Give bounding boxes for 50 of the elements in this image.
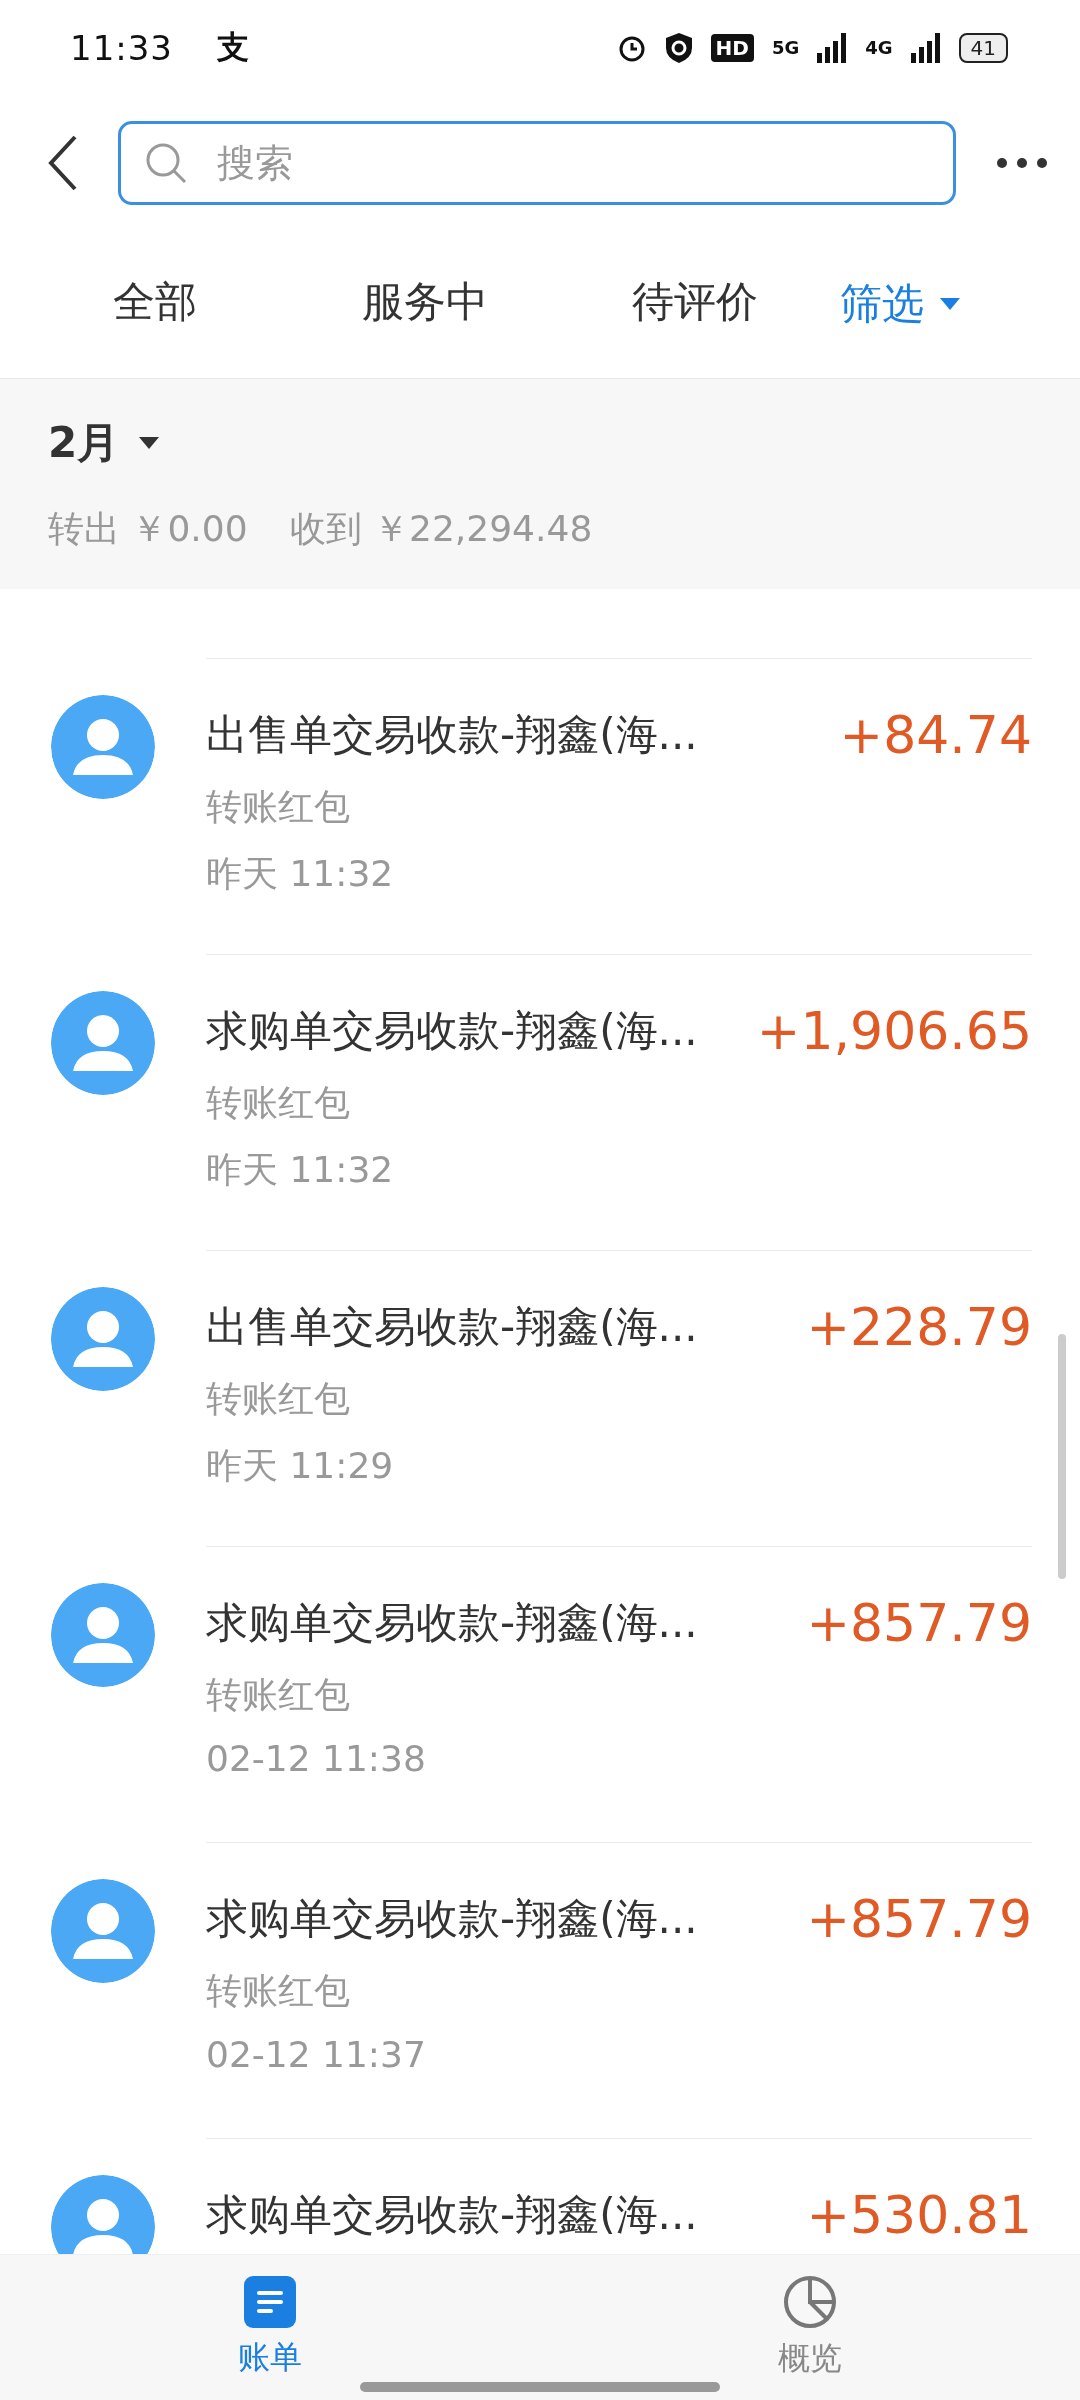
status-time: 11:33 [70,27,173,68]
back-icon[interactable] [48,134,78,191]
transaction-title: 出售单交易收款-翔鑫(海... [206,709,698,761]
hd-indicator: HD [710,33,754,62]
transaction-amount: +84.74 [839,705,1032,765]
transaction-title: 求购单交易收款-翔鑫(海... [206,2189,698,2241]
list-icon [244,2275,296,2328]
tab[interactable]: 服务中 [290,264,560,344]
transaction-time: 02-12 11:38 [206,1738,427,1779]
avatar-icon [51,695,155,799]
summary-text: 转出 ￥0.00 [48,506,248,551]
transaction-type: 转账红包 [206,1673,351,1717]
transaction-type: 转账红包 [206,1377,351,1421]
transaction-type: 转账红包 [206,785,351,829]
transaction-title: 出售单交易收款-翔鑫(海... [206,1301,698,1353]
more-icon[interactable] [996,156,1048,169]
filter-button[interactable]: 筛选 [840,266,960,342]
transaction-time: 昨天 11:32 [206,852,395,896]
transaction-time: 昨天 11:32 [206,1148,395,1192]
shield-icon [664,31,693,64]
transaction-time: 昨天 11:29 [206,1444,395,1488]
tab[interactable]: 待评价 [560,264,830,344]
caret-icon [940,298,960,310]
network-label: 4G [865,37,893,58]
transaction-amount: +857.79 [806,1889,1032,1949]
caret-icon [139,436,160,449]
transaction-time: 02-12 11:37 [206,2034,427,2075]
signal-icon [910,32,941,63]
avatar-icon [51,991,155,1095]
transaction-type: 转账红包 [206,1969,351,2013]
month-selector[interactable]: 2月 [48,414,1032,471]
transaction-amount: +1,906.65 [756,1001,1032,1061]
transaction-amount: +857.79 [806,1593,1032,1653]
signal-icon [817,32,848,63]
pie-chart-icon [783,2274,837,2329]
tab[interactable]: 全部 [20,264,290,344]
avatar-icon [51,1583,155,1687]
transaction-title: 求购单交易收款-翔鑫(海... [206,1893,698,1945]
battery-level: 41 [958,32,1008,63]
transaction-amount: +228.79 [806,1297,1032,1357]
search-field[interactable]: 搜索 [118,120,956,205]
transaction-title: 求购单交易收款-翔鑫(海... [206,1597,698,1649]
summary-text: 收到 ￥22,294.48 [289,506,593,551]
notification-glyph: 支 [217,26,249,68]
avatar-icon [51,1287,155,1391]
network-label: 5G [771,37,800,58]
transaction-title: 求购单交易收款-翔鑫(海... [206,1005,698,1057]
transaction-amount: +530.81 [806,2185,1032,2245]
avatar-icon [51,1879,155,1983]
transaction-type: 转账红包 [206,1081,351,1125]
